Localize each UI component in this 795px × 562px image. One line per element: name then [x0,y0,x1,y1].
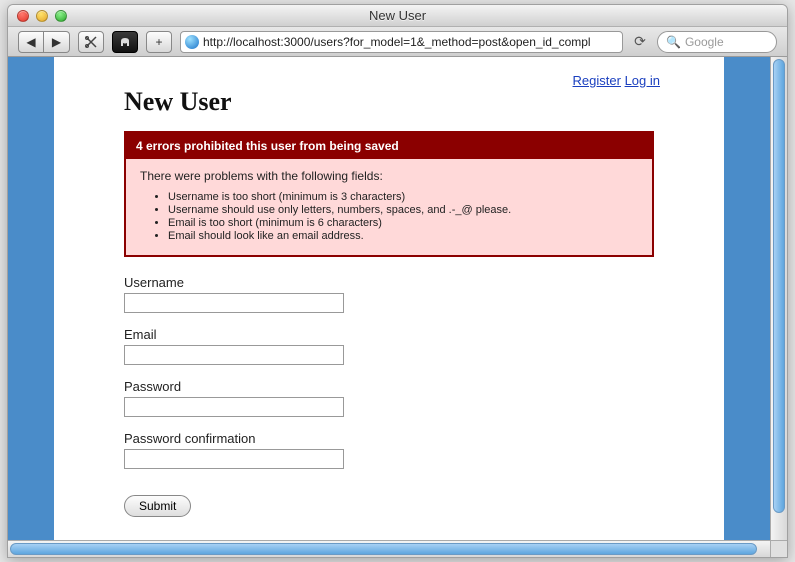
zoom-window-icon[interactable] [55,10,67,22]
error-item: Email is too short (minimum is 6 charact… [168,217,638,229]
account-links: Register Log in [573,73,660,88]
error-item: Username should use only letters, number… [168,204,638,216]
username-label: Username [124,275,654,290]
search-icon: 🔍 [666,35,681,49]
address-bar[interactable]: http://localhost:3000/users?for_model=1&… [180,31,623,53]
page-viewport: Register Log in New User 4 errors prohib… [8,57,770,540]
scissors-icon [84,35,98,49]
reload-button[interactable]: ⟳ [631,33,649,50]
minimize-window-icon[interactable] [36,10,48,22]
reload-icon: ⟳ [634,33,646,49]
vertical-scrollbar[interactable] [770,57,787,540]
url-text: http://localhost:3000/users?for_model=1&… [203,35,618,49]
page-title: New User [124,87,654,117]
browser-toolbar: ◀ ▶ + http://localhost:3000/users?for_mo… [8,27,787,57]
password-conf-group: Password confirmation [124,431,654,469]
password-label: Password [124,379,654,394]
vertical-scroll-thumb[interactable] [773,59,785,513]
error-item: Email should look like an email address. [168,230,638,242]
login-link[interactable]: Log in [625,73,660,88]
forward-button[interactable]: ▶ [44,31,70,53]
forward-arrow-icon: ▶ [52,35,61,49]
toolbar-button-1[interactable] [78,31,104,53]
error-item: Username is too short (minimum is 3 char… [168,191,638,203]
close-window-icon[interactable] [17,10,29,22]
password-conf-input[interactable] [124,449,344,469]
back-arrow-icon: ◀ [26,35,35,49]
search-placeholder: Google [685,35,724,49]
error-header: 4 errors prohibited this user from being… [126,133,652,159]
traffic-lights [8,10,67,22]
username-group: Username [124,275,654,313]
horizontal-scroll-thumb[interactable] [10,543,757,555]
window-title: New User [8,8,787,23]
password-conf-label: Password confirmation [124,431,654,446]
viewport-wrap: Register Log in New User 4 errors prohib… [8,57,787,557]
username-input[interactable] [124,293,344,313]
browser-window: New User ◀ ▶ + http://localhost:3000/use… [7,4,788,558]
email-label: Email [124,327,654,342]
email-input[interactable] [124,345,344,365]
error-explanation: 4 errors prohibited this user from being… [124,131,654,257]
password-group: Password [124,379,654,417]
nav-buttons: ◀ ▶ [18,31,70,53]
submit-button[interactable]: Submit [124,495,191,517]
page-content: Register Log in New User 4 errors prohib… [54,57,724,540]
add-tab-button[interactable]: + [146,31,172,53]
titlebar: New User [8,5,787,27]
resize-corner[interactable] [770,540,787,557]
back-button[interactable]: ◀ [18,31,44,53]
site-globe-icon [185,35,199,49]
error-intro: There were problems with the following f… [140,169,638,183]
register-link[interactable]: Register [573,73,621,88]
elephant-icon [118,35,132,49]
search-bar[interactable]: 🔍 Google [657,31,777,53]
email-group: Email [124,327,654,365]
toolbar-button-2[interactable] [112,31,138,53]
error-body: There were problems with the following f… [126,159,652,255]
password-input[interactable] [124,397,344,417]
error-list: Username is too short (minimum is 3 char… [140,191,638,242]
horizontal-scrollbar[interactable] [8,540,770,557]
plus-icon: + [155,35,162,49]
